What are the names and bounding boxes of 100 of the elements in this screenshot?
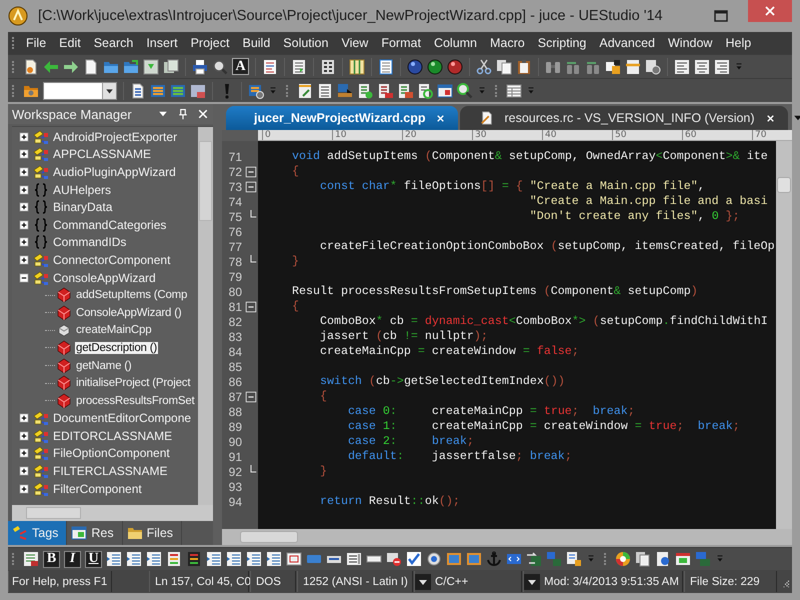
- radio-button-icon[interactable]: [426, 551, 442, 567]
- columns-icon[interactable]: [349, 58, 365, 74]
- menu-item[interactable]: Build: [235, 34, 276, 52]
- vertical-scrollbar[interactable]: [776, 141, 792, 529]
- menu-item[interactable]: File: [19, 34, 52, 52]
- expand-icon[interactable]: [18, 130, 30, 143]
- printer-icon[interactable]: [192, 58, 208, 74]
- menu-item[interactable]: Edit: [52, 34, 87, 52]
- indent-icon[interactable]: [266, 551, 282, 567]
- picture-icon[interactable]: [446, 551, 462, 567]
- tree-item[interactable]: addSetupItems (Comp: [75, 289, 188, 302]
- menu-item[interactable]: Format: [374, 34, 427, 52]
- list-icon[interactable]: [357, 82, 373, 98]
- documents-icon[interactable]: [635, 551, 651, 567]
- tree-item[interactable]: AudioPluginAppWizard: [52, 164, 177, 179]
- panel-tab[interactable]: Tags: [8, 521, 68, 545]
- checkbox-icon[interactable]: [406, 551, 422, 567]
- expand-icon[interactable]: [18, 430, 30, 442]
- close-button[interactable]: [748, 0, 792, 22]
- code-tag-icon[interactable]: [506, 551, 522, 567]
- pin-icon[interactable]: [177, 108, 189, 120]
- circle-icon[interactable]: [427, 58, 443, 74]
- copy-icon[interactable]: [496, 58, 512, 74]
- tree-item[interactable]: EDITORCLASSNAME: [52, 428, 174, 443]
- expand-icon[interactable]: [18, 465, 30, 478]
- code-editor[interactable]: [222, 130, 792, 545]
- tree-item[interactable]: APPCLASSNAME: [52, 147, 152, 162]
- list-icon[interactable]: [23, 551, 39, 567]
- tree-item[interactable]: ConsoleAppWizard (): [75, 306, 182, 319]
- menu-item[interactable]: Insert: [139, 34, 184, 52]
- grid-icon[interactable]: [320, 58, 336, 74]
- list-icon[interactable]: [291, 58, 307, 74]
- expand-icon[interactable]: [18, 166, 30, 178]
- expand-icon[interactable]: [18, 201, 30, 214]
- menu-item[interactable]: Solution: [276, 34, 334, 52]
- menu-item[interactable]: Project: [184, 34, 236, 52]
- tree-item[interactable]: DocumentEditorCompone: [52, 411, 192, 426]
- tree-item[interactable]: initialiseProject (Project: [75, 377, 192, 390]
- panel-tab[interactable]: Res: [67, 521, 123, 545]
- expand-icon[interactable]: [18, 412, 30, 424]
- editor-tab[interactable]: resources.rc - VS_VERSION_INFO (Version): [460, 106, 788, 130]
- maximize-button[interactable]: [714, 10, 728, 22]
- calendar-icon[interactable]: [675, 551, 691, 567]
- expand-icon[interactable]: [18, 447, 30, 460]
- menu-item[interactable]: Help: [718, 34, 758, 52]
- color-wheel-icon[interactable]: [615, 551, 631, 567]
- menu-item[interactable]: Macro: [483, 34, 531, 52]
- circle-icon[interactable]: [447, 58, 463, 74]
- list-icon[interactable]: [397, 82, 413, 98]
- indent-icon[interactable]: [246, 551, 262, 567]
- format-button[interactable]: U: [85, 550, 102, 568]
- tree-item[interactable]: getName (): [75, 360, 133, 372]
- document-icon[interactable]: [130, 82, 146, 98]
- tree-item[interactable]: BinaryData: [52, 200, 114, 214]
- indent-icon[interactable]: [126, 551, 142, 567]
- tree-item[interactable]: AUHelpers: [52, 182, 112, 197]
- save-icon[interactable]: [143, 58, 159, 74]
- align-left-icon[interactable]: [674, 58, 690, 74]
- window-icon[interactable]: [437, 82, 453, 98]
- magnifier-icon[interactable]: [212, 58, 228, 74]
- document-icon[interactable]: [23, 58, 39, 74]
- expand-icon[interactable]: [18, 148, 30, 160]
- collapse-icon[interactable]: [18, 272, 30, 284]
- tree-item[interactable]: getDescription (): [75, 342, 158, 354]
- tree-item[interactable]: AndroidProjectExporter: [52, 130, 178, 144]
- menu-item[interactable]: Scripting: [530, 34, 592, 52]
- tree-item[interactable]: ConnectorComponent: [52, 252, 172, 267]
- picture-icon[interactable]: [466, 551, 482, 567]
- list-icon[interactable]: [417, 82, 433, 98]
- vertical-scrollbar[interactable]: [198, 127, 213, 505]
- indent-icon[interactable]: [206, 551, 222, 567]
- horizontal-scrollbar[interactable]: [12, 505, 213, 521]
- frame-icon[interactable]: [286, 551, 302, 567]
- combo-box[interactable]: [43, 82, 117, 100]
- menu-item[interactable]: View: [334, 34, 374, 52]
- align-right-icon[interactable]: [714, 58, 730, 74]
- tree-item[interactable]: processResultsFromSet: [75, 394, 196, 407]
- menu-item[interactable]: Advanced: [592, 34, 661, 52]
- left-arrow-icon[interactable]: [43, 58, 59, 74]
- horizontal-scrollbar[interactable]: [222, 529, 792, 545]
- circle-icon[interactable]: [407, 58, 423, 74]
- panel-tab[interactable]: Files: [122, 521, 182, 545]
- indent-icon[interactable]: [106, 551, 122, 567]
- tree-item[interactable]: FILTERCLASSNAME: [52, 464, 168, 478]
- stacked-files-icon[interactable]: [190, 82, 206, 98]
- tree-item[interactable]: CommandIDs: [52, 235, 128, 250]
- format-button[interactable]: B: [43, 550, 60, 568]
- clipboard-icon[interactable]: [516, 58, 532, 74]
- format-button[interactable]: I: [64, 550, 81, 568]
- tree-item[interactable]: CommandCategories: [52, 218, 168, 232]
- tree-item[interactable]: ConsoleAppWizard: [52, 270, 157, 285]
- color-lines-icon[interactable]: [186, 551, 202, 567]
- expand-icon[interactable]: [18, 236, 30, 248]
- tree-item[interactable]: FilterComponent: [52, 482, 143, 496]
- listbox-icon[interactable]: [346, 551, 362, 567]
- highlight-icon[interactable]: [625, 58, 641, 74]
- close-icon[interactable]: [435, 112, 446, 124]
- document-icon[interactable]: [83, 58, 99, 74]
- edit-document-icon[interactable]: [297, 82, 313, 98]
- blocked-icon[interactable]: [386, 551, 402, 567]
